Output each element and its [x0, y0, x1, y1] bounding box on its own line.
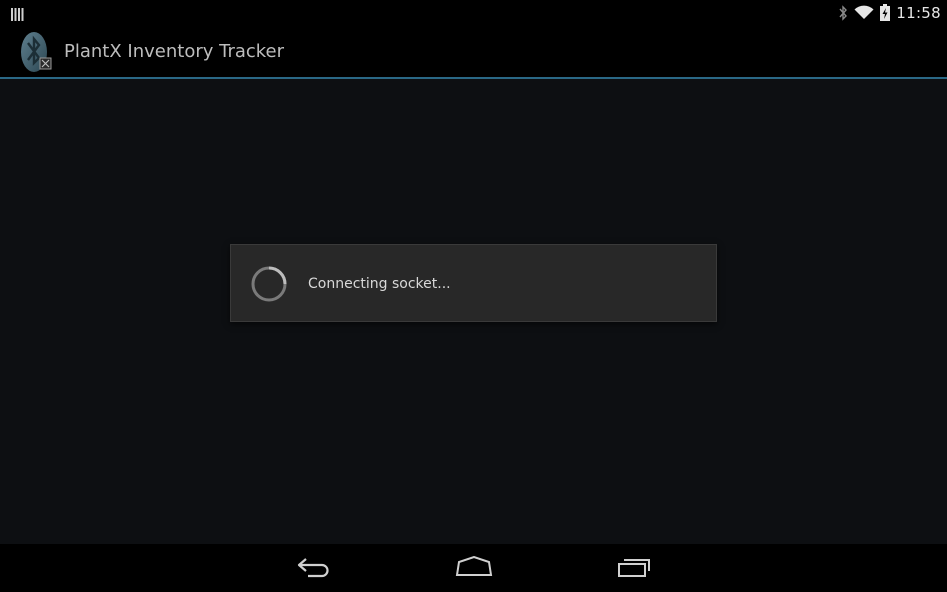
recents-button[interactable] [614, 556, 654, 582]
bluetooth-icon [838, 4, 848, 21]
back-icon [296, 556, 332, 582]
recents-icon [616, 556, 652, 582]
navigation-bar [0, 544, 947, 592]
wifi-icon [854, 5, 874, 20]
progress-dialog: Connecting socket... [230, 244, 717, 322]
battery-charging-icon [880, 4, 891, 21]
status-bar: 11:58 [0, 0, 947, 25]
notification-icon [11, 6, 24, 21]
bluetooth-app-icon[interactable] [19, 30, 53, 74]
app-title: PlantX Inventory Tracker [64, 41, 285, 62]
android-screen: 11:58 PlantX Inventory Tracker Connectin… [0, 0, 947, 592]
dialog-message: Connecting socket... [308, 276, 451, 292]
status-clock: 11:58 [896, 3, 941, 22]
home-button[interactable] [454, 555, 494, 582]
progress-spinner-icon [251, 266, 287, 302]
home-icon [455, 555, 493, 582]
content-area: Connecting socket... [0, 79, 947, 544]
back-button[interactable] [294, 556, 334, 582]
action-bar: PlantX Inventory Tracker [0, 25, 947, 79]
status-icons: 11:58 [838, 0, 941, 25]
